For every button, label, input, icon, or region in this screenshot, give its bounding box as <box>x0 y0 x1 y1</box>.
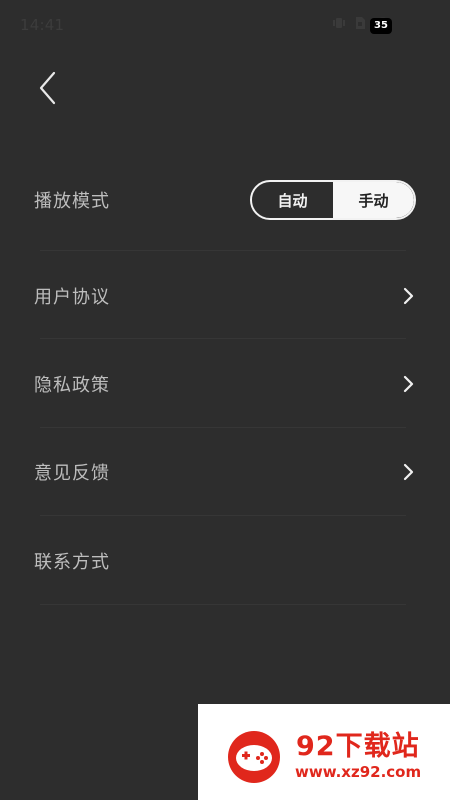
contact-label: 联系方式 <box>34 552 110 573</box>
settings-item-user-agreement[interactable]: 用户协议 <box>34 276 416 316</box>
sim-icon <box>356 17 365 29</box>
play-mode-auto-option[interactable]: 自动 <box>252 182 333 218</box>
play-mode-toggle[interactable]: 自动 手动 <box>250 180 416 220</box>
user-agreement-label: 用户协议 <box>34 287 110 308</box>
settings-item-contact[interactable]: 联系方式 <box>34 541 416 581</box>
chevron-right-icon <box>400 463 416 481</box>
watermark-92xz: 92下载站 www.xz92.com <box>198 704 450 800</box>
play-mode-manual-option[interactable]: 手动 <box>333 182 414 218</box>
chevron-right-icon <box>400 375 416 393</box>
watermark-logo <box>228 731 280 783</box>
play-mode-label: 播放模式 <box>34 191 110 212</box>
divider <box>40 250 406 251</box>
divider <box>40 427 406 428</box>
watermark-url: www.xz92.com <box>295 763 422 781</box>
privacy-policy-label: 隐私政策 <box>34 375 110 396</box>
chevron-left-icon <box>39 71 56 105</box>
settings-item-privacy-policy[interactable]: 隐私政策 <box>34 364 416 404</box>
back-button[interactable] <box>28 64 68 112</box>
divider <box>40 604 406 605</box>
settings-item-feedback[interactable]: 意见反馈 <box>34 452 416 492</box>
chevron-right-icon <box>400 287 416 305</box>
watermark-title: 92下载站 <box>296 731 420 762</box>
divider <box>40 515 406 516</box>
vibrate-icon <box>333 18 345 28</box>
feedback-label: 意见反馈 <box>34 463 110 484</box>
battery-icon: 35 <box>370 18 392 34</box>
status-bar: 14:41 35 <box>0 0 450 50</box>
status-time: 14:41 <box>20 16 65 34</box>
divider <box>40 338 406 339</box>
